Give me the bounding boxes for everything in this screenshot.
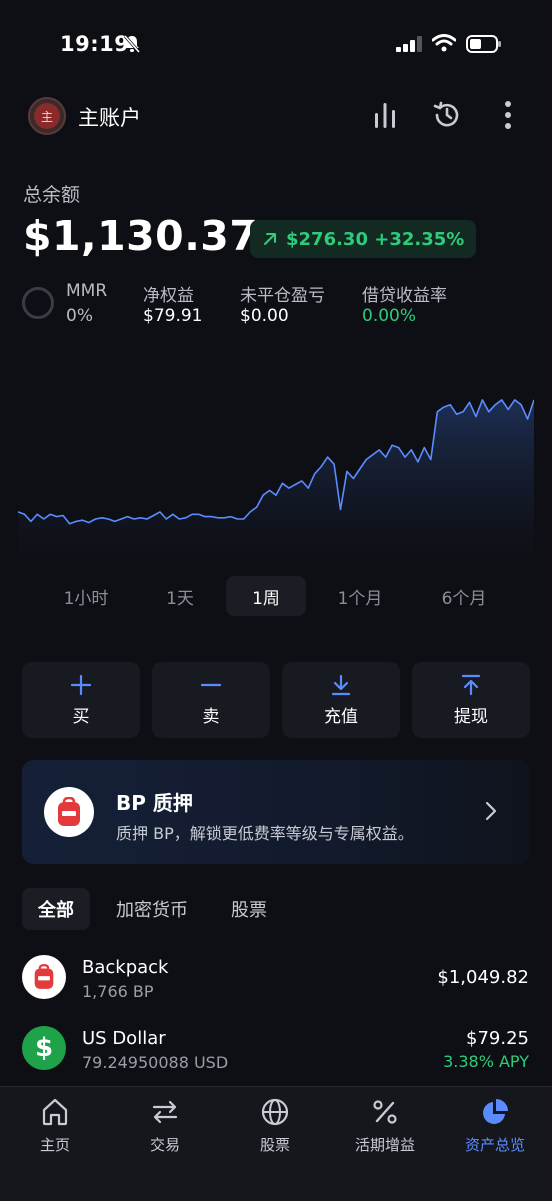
download-icon (331, 674, 351, 695)
minus-icon (200, 683, 222, 686)
backpack-asset-icon (22, 955, 66, 999)
pnl-badge: $276.30 +32.35% (250, 220, 476, 258)
chart-area-fill (18, 399, 534, 560)
avatar-initial: 主 (34, 103, 60, 129)
lending-yield-value: 0.00% (362, 306, 417, 326)
promo-title: BP 质押 (116, 791, 193, 815)
buy-button[interactable]: 买 (22, 662, 140, 738)
filter-tab-crypto[interactable]: 加密货币 (116, 888, 188, 930)
pnl-value: $276.30 +32.35% (286, 228, 465, 250)
net-equity-value: $79.91 (143, 306, 203, 326)
us-dollar-asset-icon: $ (22, 1026, 66, 1070)
asset-amount: 79.24950088 USD (82, 1053, 229, 1072)
status-time: 19:19 (60, 32, 130, 56)
deposit-button[interactable]: 充值 (282, 662, 400, 738)
account-name[interactable]: 主账户 (78, 102, 141, 132)
chevron-right-icon[interactable] (484, 800, 498, 826)
filter-tab-stocks[interactable]: 股票 (231, 888, 267, 930)
history-icon[interactable] (430, 98, 464, 132)
percent-icon (373, 1100, 397, 1124)
timeframe-1d[interactable]: 1天 (152, 576, 208, 616)
asset-value: $1,049.82 (437, 967, 529, 988)
nav-trade[interactable]: 交易 (110, 1096, 220, 1155)
sell-label: 卖 (202, 706, 220, 727)
withdraw-button[interactable]: 提现 (412, 662, 530, 738)
nav-home[interactable]: 主页 (0, 1096, 110, 1155)
arrow-up-right-icon (264, 233, 276, 245)
mmr-ring-icon (22, 287, 54, 319)
swap-icon (152, 1100, 178, 1124)
net-equity-label: 净权益 (143, 286, 194, 306)
total-balance-label: 总余额 (23, 184, 81, 206)
bar-chart-icon[interactable] (368, 98, 402, 132)
account-avatar[interactable]: 主 (28, 97, 66, 135)
nav-assets-label: 资产总览 (464, 1136, 525, 1154)
timeframe-1m[interactable]: 1个月 (326, 576, 394, 616)
mmr-label: MMR (66, 281, 108, 301)
plus-icon (70, 674, 92, 695)
timeframe-6m[interactable]: 6个月 (430, 576, 498, 616)
timeframe-1h[interactable]: 1小时 (52, 576, 120, 616)
unrealized-pnl-label: 未平仓盈亏 (240, 286, 325, 306)
asset-name[interactable]: Backpack (82, 957, 168, 978)
wifi-icon (431, 34, 457, 56)
promo-description: 质押 BP，解锁更低费率等级与专属权益。 (116, 824, 414, 843)
nav-earn-label: 活期增益 (354, 1136, 415, 1154)
cellular-signal-icon (396, 36, 424, 56)
lending-yield-label: 借贷收益率 (362, 286, 447, 306)
nav-stocks-label: 股票 (259, 1136, 290, 1154)
nav-assets[interactable]: 资产总览 (440, 1096, 550, 1155)
battery-icon (466, 34, 502, 58)
total-balance-value: $1,130.37 (23, 212, 259, 260)
withdraw-label: 提现 (454, 706, 488, 727)
asset-amount: 1,766 BP (82, 982, 154, 1001)
backpack-logo-icon (44, 787, 94, 837)
bell-muted-icon (122, 34, 142, 58)
nav-trade-label: 交易 (149, 1136, 180, 1154)
sell-button[interactable]: 卖 (152, 662, 270, 738)
pie-chart-icon (483, 1099, 508, 1124)
nav-stocks[interactable]: 股票 (220, 1096, 330, 1155)
more-vertical-icon[interactable] (491, 98, 525, 132)
nav-earn[interactable]: 活期增益 (330, 1096, 440, 1155)
filter-tab-all[interactable]: 全部 (22, 888, 90, 930)
deposit-label: 充值 (324, 706, 358, 727)
unrealized-pnl-value: $0.00 (240, 306, 289, 326)
home-icon (42, 1098, 68, 1126)
nav-home-label: 主页 (39, 1136, 70, 1154)
upload-icon (461, 674, 481, 695)
asset-apy: 3.38% APY (443, 1052, 529, 1071)
asset-name[interactable]: US Dollar (82, 1028, 166, 1049)
balance-chart[interactable] (18, 380, 534, 560)
buy-label: 买 (72, 706, 90, 727)
asset-value: $79.25 (466, 1028, 529, 1049)
bp-staking-banner[interactable] (22, 760, 530, 864)
mmr-value: 0% (66, 306, 93, 326)
globe-icon (261, 1098, 289, 1126)
timeframe-1w[interactable]: 1周 (226, 576, 306, 616)
